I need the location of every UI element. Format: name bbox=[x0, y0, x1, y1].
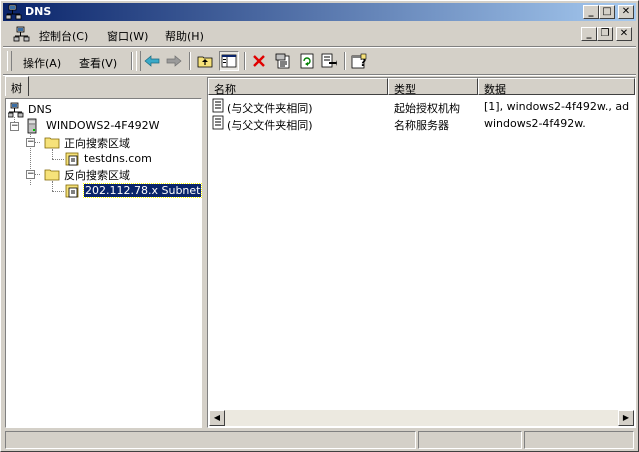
folder-icon bbox=[44, 166, 60, 185]
refresh-icon[interactable] bbox=[297, 51, 317, 71]
title-bar[interactable]: DNS _ □ ✕ bbox=[3, 3, 636, 21]
status-pane-2 bbox=[418, 431, 522, 449]
record-type: 起始授权机构 bbox=[394, 102, 460, 115]
toolbar-separator bbox=[131, 52, 133, 70]
toolbar-grip-2[interactable] bbox=[136, 51, 141, 71]
tree-connector bbox=[35, 142, 40, 143]
minimize-button[interactable]: _ bbox=[583, 5, 599, 19]
up-folder-icon[interactable] bbox=[195, 51, 215, 71]
tree-tab-row: 树 bbox=[3, 76, 203, 98]
menu-window[interactable]: 窗口(W) bbox=[107, 28, 148, 44]
forward-arrow-icon[interactable] bbox=[164, 51, 184, 71]
close-button[interactable]: ✕ bbox=[618, 5, 634, 19]
toolbar-separator bbox=[189, 52, 191, 70]
zone-icon bbox=[64, 183, 80, 202]
record-data: windows2-4f492w. bbox=[484, 117, 586, 130]
window-title: DNS bbox=[25, 5, 52, 18]
collapse-icon[interactable]: − bbox=[10, 122, 19, 131]
action-menu-button[interactable]: 操作(A) bbox=[23, 55, 61, 71]
tree-node-label: WINDOWS2-4F492W bbox=[46, 119, 160, 132]
tree-panel[interactable]: DNS − WINDOWS2-4F492W − 正向搜索区域 testdns.c… bbox=[5, 98, 203, 428]
horizontal-scrollbar[interactable]: ◀ ▶ bbox=[209, 410, 634, 426]
properties-icon[interactable] bbox=[273, 51, 293, 71]
console-icon[interactable] bbox=[13, 26, 31, 45]
table-row[interactable]: (与父文件夹相同) 起始授权机构 [1], windows2-4f492w., … bbox=[210, 98, 630, 115]
dns-app-icon bbox=[5, 4, 22, 23]
mdi-close-button[interactable]: ✕ bbox=[616, 27, 632, 41]
toolbar: 操作(A) 查看(V) ? bbox=[3, 48, 636, 74]
mdi-minimize-button[interactable]: _ bbox=[581, 27, 597, 41]
tab-tree[interactable]: 树 bbox=[5, 76, 29, 96]
record-name: (与父文件夹相同) bbox=[227, 102, 313, 115]
column-header-type[interactable]: 类型 bbox=[388, 78, 478, 96]
folder-icon bbox=[44, 134, 60, 153]
scroll-left-icon[interactable]: ◀ bbox=[209, 410, 225, 426]
back-arrow-icon[interactable] bbox=[142, 51, 162, 71]
scroll-right-icon[interactable]: ▶ bbox=[618, 410, 634, 426]
record-icon bbox=[212, 98, 224, 116]
table-row[interactable]: (与父文件夹相同) 名称服务器 windows2-4f492w. bbox=[210, 115, 630, 132]
collapse-icon[interactable]: − bbox=[26, 138, 35, 147]
record-icon bbox=[212, 115, 224, 133]
dns-window: DNS _ □ ✕ 控制台(C) 窗口(W) 帮助(H) _ ❐ ✕ 操作(A)… bbox=[0, 0, 639, 452]
show-hide-tree-icon[interactable] bbox=[219, 51, 239, 71]
help-icon[interactable]: ? bbox=[349, 51, 369, 71]
server-icon bbox=[24, 118, 40, 137]
tree-connector bbox=[52, 191, 64, 192]
menu-help[interactable]: 帮助(H) bbox=[165, 28, 204, 44]
maximize-button[interactable]: □ bbox=[599, 5, 615, 19]
tree-node-label: 正向搜索区域 bbox=[64, 137, 130, 150]
record-data: [1], windows2-4f492w., ad... bbox=[484, 100, 630, 113]
view-menu-button[interactable]: 查看(V) bbox=[79, 55, 117, 71]
tree-connector bbox=[52, 159, 64, 160]
toolbar-grip[interactable] bbox=[7, 51, 12, 71]
export-list-icon[interactable] bbox=[319, 51, 339, 71]
tree-node-label: 202.112.78.x Subnet bbox=[82, 183, 203, 198]
status-pane-3 bbox=[524, 431, 634, 449]
delete-icon[interactable] bbox=[249, 51, 269, 71]
collapse-icon[interactable]: − bbox=[26, 170, 35, 179]
tree-connector bbox=[35, 174, 40, 175]
record-type: 名称服务器 bbox=[394, 119, 449, 132]
status-pane-main bbox=[5, 431, 416, 449]
column-header-data[interactable]: 数据 bbox=[478, 78, 635, 96]
toolbar-separator bbox=[344, 52, 346, 70]
tree-node-label: DNS bbox=[28, 103, 52, 116]
mdi-restore-button[interactable]: ❐ bbox=[597, 27, 613, 41]
tree-node-label: testdns.com bbox=[84, 152, 152, 165]
toolbar-separator bbox=[244, 52, 246, 70]
dns-icon bbox=[7, 102, 24, 121]
record-list[interactable]: 名称 类型 数据 (与父文件夹相同) 起始授权机构 [1], windows2-… bbox=[207, 77, 636, 428]
menu-bar: 控制台(C) 窗口(W) 帮助(H) _ ❐ ✕ bbox=[3, 23, 636, 45]
column-header-name[interactable]: 名称 bbox=[208, 78, 388, 96]
tree-node-label: 反向搜索区域 bbox=[64, 169, 130, 182]
record-name: (与父文件夹相同) bbox=[227, 119, 313, 132]
menu-console[interactable]: 控制台(C) bbox=[39, 28, 88, 44]
